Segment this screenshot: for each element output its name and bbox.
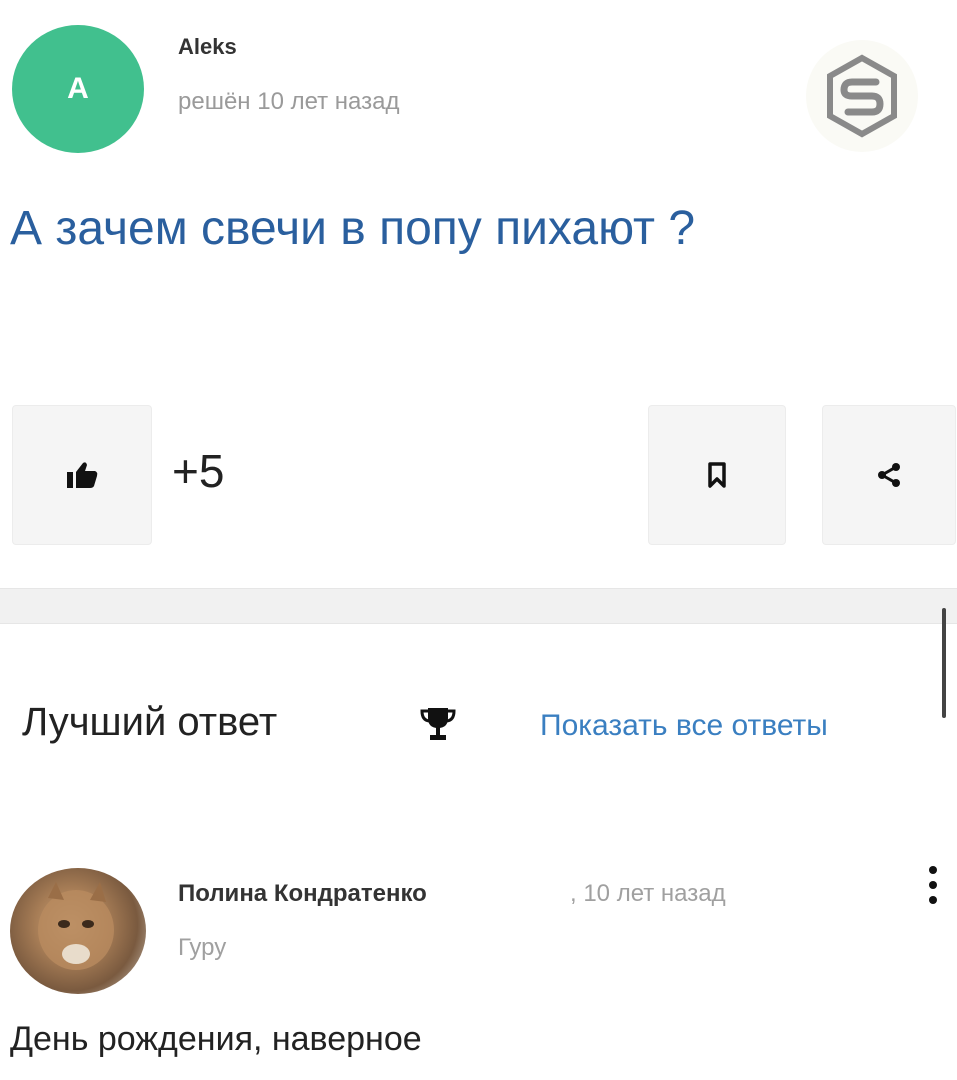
bookmark-button[interactable] xyxy=(648,405,786,545)
best-answer-label: Лучший ответ xyxy=(22,700,278,744)
bookmark-icon xyxy=(708,462,726,488)
watermark-logo xyxy=(806,40,918,152)
like-button[interactable] xyxy=(12,405,152,545)
scrollbar[interactable] xyxy=(942,608,946,718)
section-divider xyxy=(0,588,957,624)
vote-score: +5 xyxy=(172,445,225,497)
answer-author-avatar[interactable] xyxy=(10,868,146,994)
answer-text: День рождения, наверное xyxy=(10,1020,422,1058)
answer-timestamp: , 10 лет назад xyxy=(570,880,726,907)
share-icon xyxy=(878,463,900,487)
trophy-icon xyxy=(418,704,458,744)
answer-author-rank: Гуру xyxy=(178,934,227,961)
avatar-photo xyxy=(38,882,114,970)
question-status: решён 10 лет назад xyxy=(178,88,400,115)
show-all-answers-link[interactable]: Показать все ответы xyxy=(540,709,828,743)
author-avatar[interactable]: A xyxy=(12,25,144,153)
answer-author-name[interactable]: Полина Кондратенко xyxy=(178,880,427,908)
author-name[interactable]: Aleks xyxy=(178,34,237,60)
more-vertical-icon[interactable] xyxy=(918,862,948,908)
question-title: А зачем свечи в попу пихают ? xyxy=(10,202,696,255)
avatar-letter: A xyxy=(67,72,89,105)
share-button[interactable] xyxy=(822,405,956,545)
thumbs-up-icon xyxy=(67,462,98,488)
s-logo-icon xyxy=(827,54,897,138)
